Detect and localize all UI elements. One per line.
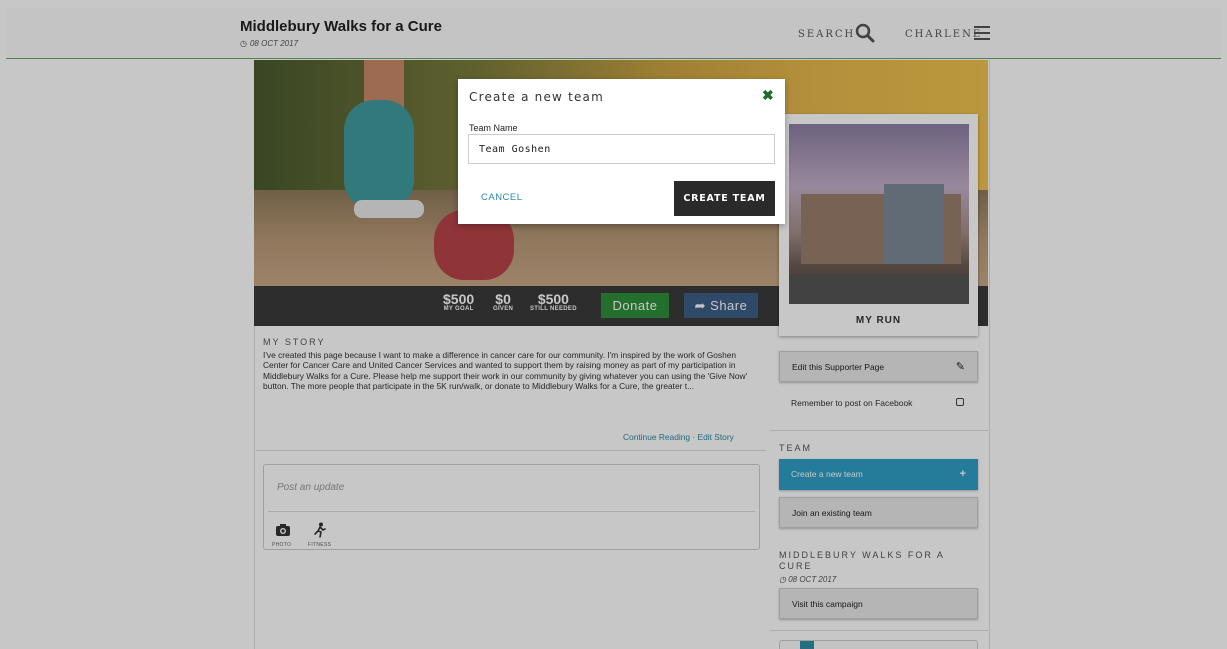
team-name-label: Team Name bbox=[469, 123, 518, 133]
team-name-input[interactable] bbox=[468, 134, 775, 164]
create-team-modal: Create a new team ✖ Team Name CANCEL CRE… bbox=[458, 79, 785, 224]
create-team-submit-button[interactable]: CREATE TEAM bbox=[674, 181, 775, 216]
modal-title: Create a new team bbox=[469, 90, 605, 104]
close-icon[interactable]: ✖ bbox=[762, 87, 774, 104]
page: Middlebury Walks for a Cure ◷ 08 OCT 2017… bbox=[0, 0, 1227, 649]
cancel-button[interactable]: CANCEL bbox=[481, 192, 523, 203]
